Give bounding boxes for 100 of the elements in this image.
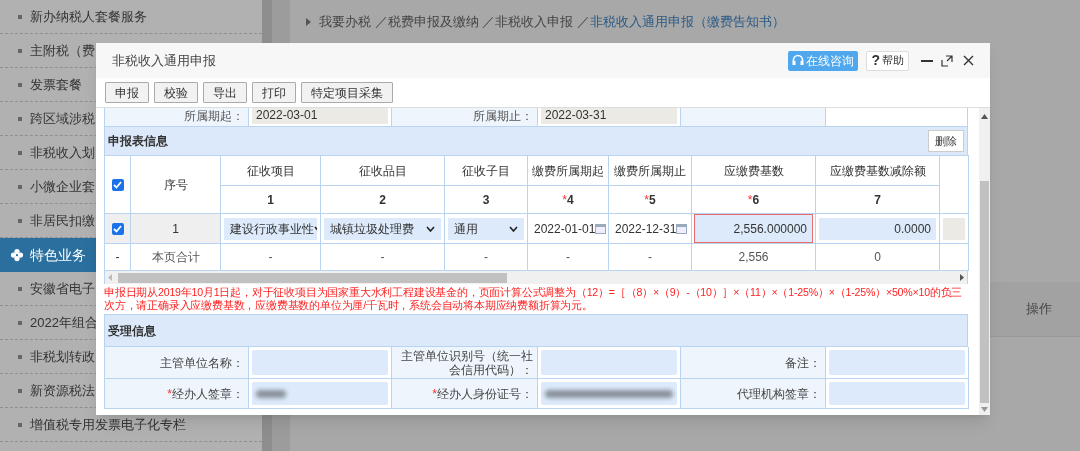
scroll-up-icon[interactable] bbox=[981, 114, 988, 119]
bullet-icon bbox=[18, 286, 22, 291]
sidebar-item-label: 发票套餐 bbox=[30, 75, 82, 94]
column-header: 应缴费基数 bbox=[691, 155, 816, 186]
sidebar-item-label: 安徽省电子 bbox=[30, 279, 95, 298]
horizontal-scrollbar[interactable] bbox=[104, 271, 968, 284]
sidebar-item-label: 新资源税法 bbox=[30, 381, 95, 400]
maximize-icon[interactable] bbox=[941, 54, 953, 67]
date-field[interactable]: 2022-03-31 bbox=[541, 108, 677, 124]
field-label: 主管单位名称： bbox=[105, 347, 249, 379]
sidebar-item-label: 非税划转政 bbox=[30, 347, 95, 366]
scrollbar-thumb[interactable] bbox=[118, 272, 507, 283]
select-field[interactable]: 建设行政事业性 bbox=[224, 217, 317, 240]
field-label: *经办人签章： bbox=[105, 379, 249, 409]
vertical-scrollbar[interactable] bbox=[979, 108, 990, 415]
text-field[interactable] bbox=[541, 382, 677, 405]
column-header: 操作 bbox=[1026, 300, 1052, 319]
table-cell: - bbox=[444, 243, 528, 271]
table-cell: 本页合计 bbox=[130, 243, 221, 271]
notice-text: 申报日期从2019年10月1日起，对于征收项目为国家重大水利工程建设基金的，页面计算公式调整为（12）=［（8）×（9）-（10）］×（11）×（1-25%）×（1-25%）×50%×10的负三次方，请正确录入应缴费基数，应缴费基数的单位为厘/千瓦时，系统会自动将本期应纳费额折算为元。 bbox=[104, 286, 964, 312]
caret-icon bbox=[306, 18, 311, 26]
field-label: 所属期起： bbox=[105, 108, 249, 126]
dialog-title: 非税收入通用申报 bbox=[112, 51, 217, 70]
bullet-icon bbox=[18, 116, 22, 121]
chevron-down-icon bbox=[426, 225, 435, 232]
field-label: 代理机构签章： bbox=[681, 379, 826, 409]
sidebar-item-label: 特色业务 bbox=[30, 245, 86, 265]
field-label: 备注： bbox=[681, 347, 826, 379]
toolbar-button[interactable]: 校验 bbox=[154, 82, 198, 103]
table-cell: 0 bbox=[815, 243, 940, 271]
blurred-redaction bbox=[256, 389, 286, 398]
scroll-right-icon[interactable] bbox=[960, 274, 964, 281]
bullet-icon bbox=[18, 48, 22, 53]
field-label: 所属期止： bbox=[392, 108, 538, 126]
sidebar-item-label: 主附税（费 bbox=[30, 41, 95, 60]
sidebar-item-label: 新办纳税人套餐服务 bbox=[30, 7, 147, 26]
select-field[interactable]: 通用 bbox=[448, 217, 524, 240]
column-header: 征收项目 bbox=[220, 155, 321, 186]
close-icon[interactable] bbox=[963, 55, 974, 66]
section-title: 申报表信息 bbox=[108, 133, 168, 150]
text-field[interactable] bbox=[829, 350, 965, 375]
column-number: 2 bbox=[320, 185, 445, 214]
disabled-field bbox=[943, 217, 965, 240]
breadcrumb-path[interactable]: 我要办税 ／税费申报及缴纳 ／非税收入申报 ／ bbox=[319, 14, 590, 30]
chevron-down-icon bbox=[509, 225, 518, 232]
sidebar-item-label: 非税收入划 bbox=[30, 143, 95, 162]
bullet-icon bbox=[18, 354, 22, 359]
scrollbar-thumb[interactable] bbox=[980, 181, 989, 403]
field-label: *经办人身份证号： bbox=[392, 379, 538, 409]
column-header: 征收品目 bbox=[320, 155, 445, 186]
table-cell: 2,556 bbox=[691, 243, 816, 271]
column-header: 序号 bbox=[130, 155, 221, 214]
sidebar-item-label: 跨区域涉税 bbox=[30, 109, 95, 128]
sidebar-item-label: 增值税专用发票电子化专栏 bbox=[30, 415, 186, 434]
checkbox[interactable] bbox=[111, 178, 124, 191]
help-button[interactable]: ?帮助 bbox=[866, 50, 909, 71]
bullet-icon bbox=[18, 422, 22, 427]
number-field[interactable]: 2,556.000000 bbox=[695, 215, 812, 242]
toolbar-button[interactable]: 申报 bbox=[105, 82, 149, 103]
bullet-icon bbox=[18, 150, 22, 155]
column-number: *4 bbox=[527, 185, 609, 214]
toolbar-button[interactable]: 打印 bbox=[252, 82, 296, 103]
text-field[interactable] bbox=[829, 382, 965, 405]
delete-button[interactable]: 删除 bbox=[928, 130, 964, 152]
column-header: 缴费所属期起 bbox=[527, 155, 609, 186]
table-cell: 1 bbox=[130, 213, 221, 244]
bullet-icon bbox=[18, 320, 22, 325]
bullet-icon bbox=[18, 14, 22, 19]
sidebar-item-label: 非居民扣缴 bbox=[30, 211, 95, 230]
text-field[interactable] bbox=[541, 350, 677, 375]
section-title: 受理信息 bbox=[108, 322, 156, 340]
toolbar-button[interactable]: 导出 bbox=[203, 82, 247, 103]
column-number: *5 bbox=[608, 185, 692, 214]
date-field[interactable]: 2022-03-01 bbox=[252, 108, 388, 124]
sidebar-item-label: 小微企业套 bbox=[30, 177, 95, 196]
text-field[interactable] bbox=[252, 350, 388, 375]
flower-icon bbox=[10, 248, 24, 262]
select-field[interactable]: 城镇垃圾处理费 bbox=[324, 217, 441, 240]
column-header: 征收子目 bbox=[444, 155, 528, 186]
column-number: *6 bbox=[691, 185, 816, 214]
toolbar-button[interactable]: 特定项目采集 bbox=[301, 82, 393, 103]
scroll-down-icon[interactable] bbox=[981, 407, 988, 412]
minimize-icon[interactable] bbox=[921, 59, 933, 62]
checkbox[interactable] bbox=[111, 222, 124, 235]
headset-icon bbox=[792, 54, 805, 67]
number-field[interactable]: 0.0000 bbox=[819, 217, 936, 240]
column-number: 1 bbox=[220, 185, 321, 214]
table-cell: - bbox=[220, 243, 321, 271]
table-cell: - bbox=[104, 243, 131, 271]
bullet-icon bbox=[18, 218, 22, 223]
scroll-left-icon[interactable] bbox=[108, 274, 112, 281]
field-label: 主管单位识别号（统一社会信用代码）： bbox=[392, 347, 538, 379]
table-cell: - bbox=[320, 243, 445, 271]
column-header: 应缴费基数减除额 bbox=[815, 155, 940, 186]
sidebar-item-label: 2022年组合 bbox=[30, 313, 98, 332]
column-number: 3 bbox=[444, 185, 528, 214]
text-field[interactable] bbox=[252, 382, 388, 405]
calendar-icon[interactable] bbox=[676, 223, 688, 234]
calendar-icon[interactable] bbox=[595, 223, 607, 234]
table-cell: - bbox=[527, 243, 609, 271]
